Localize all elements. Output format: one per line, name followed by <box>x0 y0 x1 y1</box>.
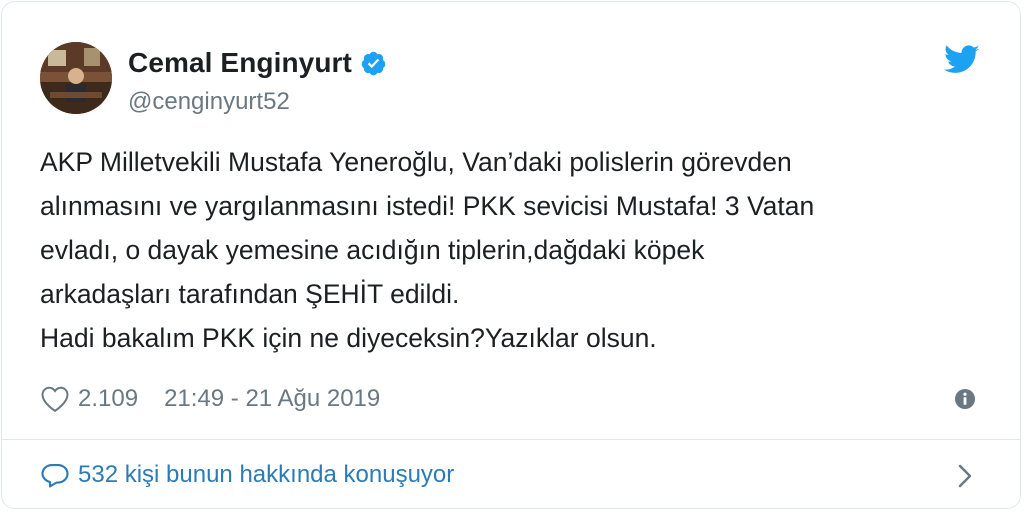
tweet-text-line: arkadaşları tarafından ŞEHİT edildi. <box>40 279 460 309</box>
conversation-label: 532 kişi bunun hakkında konuşuyor <box>78 461 455 488</box>
name-row: Cemal Enginyurt <box>128 44 387 82</box>
conversation-link[interactable]: 532 kişi bunun hakkında konuşuyor <box>40 454 982 496</box>
divider <box>2 439 1020 440</box>
info-icon[interactable] <box>954 388 976 410</box>
verified-badge-icon <box>360 50 387 77</box>
tweet-text-line: alınmasını ve yargılanmasını istedi! PKK… <box>40 191 815 221</box>
tweet-card: Cemal Enginyurt @cenginyurt52 AKP Millet… <box>1 1 1021 509</box>
tweet-text-line: Hadi bakalım PKK için ne diyeceksin?Yazı… <box>40 323 657 353</box>
display-name[interactable]: Cemal Enginyurt <box>128 47 352 79</box>
tweet-text-line: AKP Milletvekili Mustafa Yeneroğlu, Van’… <box>40 147 792 177</box>
avatar[interactable] <box>40 42 112 114</box>
tweet-text: AKP Milletvekili Mustafa Yeneroğlu, Van’… <box>40 140 990 360</box>
tweet-text-line: evladı, o dayak yemesine acıdığın tipler… <box>40 235 705 265</box>
twitter-bird-icon[interactable] <box>944 45 980 75</box>
tweet-header: Cemal Enginyurt @cenginyurt52 <box>40 42 982 118</box>
like-count[interactable]: 2.109 <box>78 385 138 413</box>
handle[interactable]: @cenginyurt52 <box>128 88 387 116</box>
tweet-meta-row: 2.109 21:49 - 21 Ağu 2019 <box>40 379 982 419</box>
author-block[interactable]: Cemal Enginyurt @cenginyurt52 <box>128 44 387 116</box>
heart-icon[interactable] <box>40 385 70 413</box>
reply-bubble-icon <box>40 461 70 489</box>
chevron-right-icon <box>956 462 974 490</box>
timestamp-link[interactable]: 21:49 - 21 Ağu 2019 <box>164 385 380 413</box>
